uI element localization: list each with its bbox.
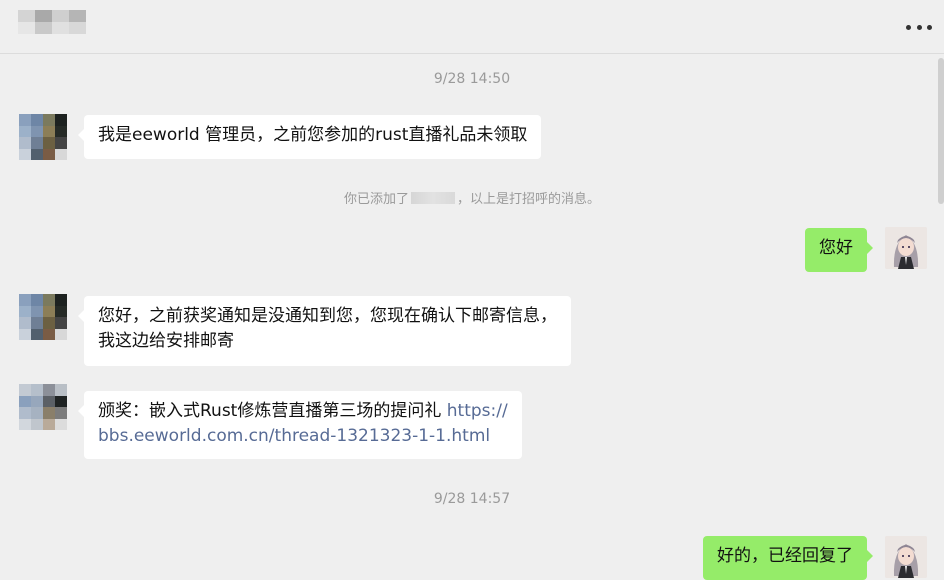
more-dots-icon[interactable] xyxy=(906,17,932,37)
message-text: 您好 xyxy=(819,238,853,258)
avatar[interactable] xyxy=(19,384,67,430)
message-text: 好的，已经回复了 xyxy=(717,546,853,566)
system-text-prefix: 你已添加了 xyxy=(343,192,409,207)
timestamp: 9/28 14:50 xyxy=(433,71,511,87)
anime-avatar-icon xyxy=(885,227,927,269)
anime-avatar-icon xyxy=(885,536,927,578)
avatar[interactable] xyxy=(19,114,67,160)
avatar-self[interactable] xyxy=(885,227,927,269)
system-message: 你已添加了 ，以上是打招呼的消息。 xyxy=(0,188,944,207)
chat-area: 9/28 14:50 我是eeworld 管理员，之前您参加的rust直播礼品未… xyxy=(0,54,944,580)
message-text-line: 我这边给安排邮寄 xyxy=(98,331,234,351)
message-text-line: 您好，之前获奖通知是没通知到您，您现在确认下邮寄信息， xyxy=(98,306,557,326)
avatar[interactable] xyxy=(19,294,67,340)
message-link[interactable]: https:// xyxy=(447,401,508,421)
masked-contact-name xyxy=(411,192,455,204)
message-bubble[interactable]: 我是eeworld 管理员，之前您参加的rust直播礼品未领取 xyxy=(77,115,542,159)
chat-header xyxy=(0,0,944,54)
timestamp: 9/28 14:57 xyxy=(433,491,511,507)
system-text-suffix: ，以上是打招呼的消息。 xyxy=(457,192,601,207)
message-text: 我是eeworld 管理员，之前您参加的rust直播礼品未领取 xyxy=(98,125,528,145)
contact-name-masked xyxy=(18,10,86,34)
message-bubble-self[interactable]: 您好 xyxy=(805,228,873,272)
message-link[interactable]: bbs.eeworld.com.cn/thread-1321323-1-1.ht… xyxy=(98,426,490,446)
message-bubble[interactable]: 颁奖：嵌入式Rust修炼营直播第三场的提问礼 https:// bbs.eewo… xyxy=(78,391,522,459)
message-text: 颁奖：嵌入式Rust修炼营直播第三场的提问礼 xyxy=(98,401,447,421)
message-bubble-self[interactable]: 好的，已经回复了 xyxy=(703,536,873,580)
avatar-self[interactable] xyxy=(885,536,927,578)
message-bubble[interactable]: 您好，之前获奖通知是没通知到您，您现在确认下邮寄信息， 我这边给安排邮寄 xyxy=(78,296,571,366)
